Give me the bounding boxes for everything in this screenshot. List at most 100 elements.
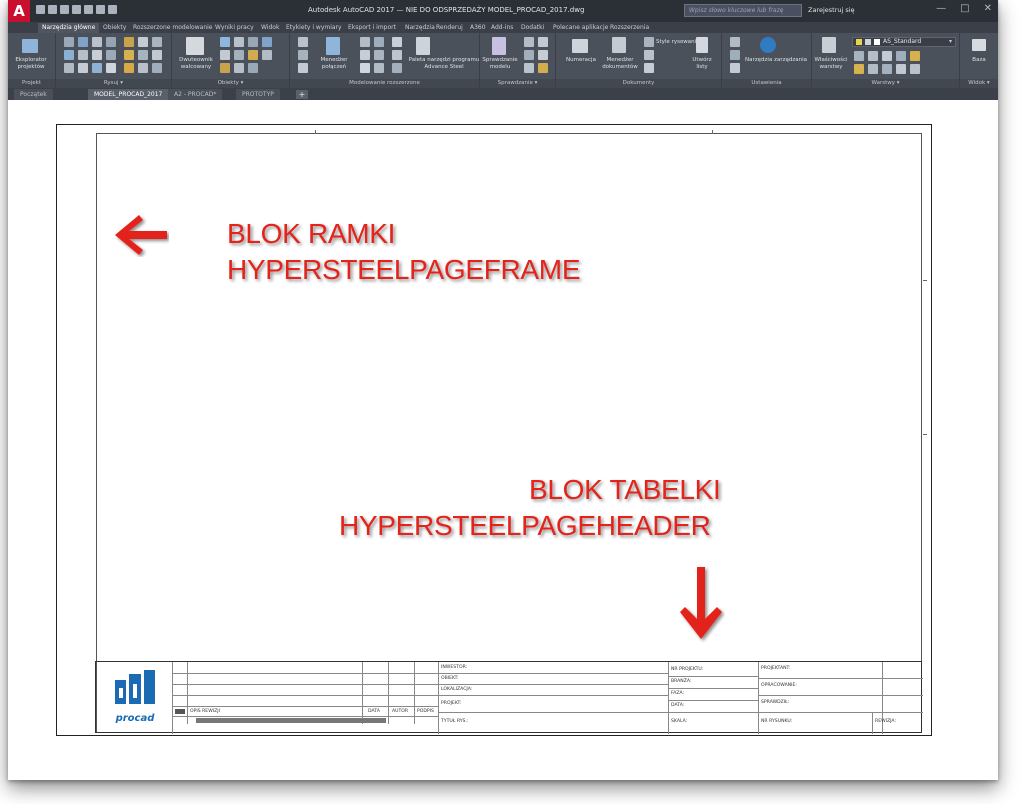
ucs-icon[interactable] — [92, 63, 102, 73]
gusset-icon[interactable] — [374, 63, 384, 73]
connection-icon[interactable] — [298, 50, 308, 60]
layer-properties-button[interactable]: Właściwości warstwy — [814, 57, 848, 70]
new-tab-button[interactable]: + — [296, 90, 308, 99]
grating-icon[interactable] — [248, 63, 258, 73]
drawing-styles-button[interactable]: Style rysowania — [656, 39, 700, 46]
page-header-block[interactable]: procad OPIS REWIZJI DATA AUTOR PODPIS IN… — [95, 661, 923, 734]
print-icon[interactable] — [84, 5, 93, 14]
redo-icon[interactable] — [108, 5, 117, 14]
tab-labels-dimensions[interactable]: Etykiety i wymiary — [286, 23, 342, 33]
minimize-button[interactable]: — — [936, 3, 946, 14]
rectangle-icon[interactable] — [64, 63, 74, 73]
layer-dropdown[interactable]: AS_Standard ▾ — [852, 37, 956, 47]
doc-tab-a2-procad[interactable]: A2 - PROCAD* — [168, 89, 223, 100]
rolled-i-beam-button[interactable]: Dwuteownik walcowany — [176, 57, 216, 70]
model-check-button[interactable]: Sprawdzanie modelu — [482, 57, 518, 70]
shorten-icon[interactable] — [392, 63, 402, 73]
page-frame-block[interactable] — [96, 130, 927, 733]
bolt-icon[interactable] — [124, 50, 134, 60]
cut-icon[interactable] — [392, 37, 402, 47]
process-icon[interactable] — [644, 50, 654, 60]
tab-addins[interactable]: Add-ins — [491, 23, 513, 33]
layer-previous-icon[interactable] — [868, 64, 878, 74]
layer-isolate-icon[interactable] — [910, 51, 920, 61]
drawing-canvas[interactable]: BLOK RAMKI HYPERSTEELPAGEFRAME BLOK TABE… — [8, 100, 998, 780]
layer-merge-icon[interactable] — [896, 64, 906, 74]
open-icon[interactable] — [48, 5, 57, 14]
purlin-icon[interactable] — [248, 37, 258, 47]
profile-tool-icon[interactable] — [234, 37, 244, 47]
layer-lock-icon[interactable] — [896, 51, 906, 61]
create-lists-button[interactable]: Utwórz listy — [688, 57, 716, 70]
connection-manager-button[interactable]: Menedżer połączeń — [314, 57, 354, 70]
grid-icon[interactable] — [106, 37, 116, 47]
shear-stud-icon[interactable] — [124, 63, 134, 73]
save-as-icon[interactable] — [72, 5, 81, 14]
plate-icon[interactable] — [152, 37, 162, 47]
brace-icon[interactable] — [262, 37, 272, 47]
anchor-icon[interactable] — [152, 50, 162, 60]
column-icon[interactable] — [138, 37, 148, 47]
polyline-icon[interactable] — [64, 37, 74, 47]
tab-export-import[interactable]: Eksport i import — [348, 23, 396, 33]
settings-small-icon[interactable] — [730, 37, 740, 47]
save-icon[interactable] — [60, 5, 69, 14]
layer-walk-icon[interactable] — [882, 64, 892, 74]
line-icon[interactable] — [78, 37, 88, 47]
tab-tools[interactable]: Narzędzia — [405, 23, 435, 33]
truss-icon[interactable] — [248, 50, 258, 60]
batch-icon[interactable] — [644, 63, 654, 73]
doc-tab-prototyp[interactable]: PROTOTYP — [236, 89, 280, 100]
defaults-icon[interactable] — [730, 50, 740, 60]
layer-off-icon[interactable] — [868, 51, 878, 61]
tab-view[interactable]: Widok — [261, 23, 279, 33]
point-icon[interactable] — [106, 50, 116, 60]
region-icon[interactable] — [106, 63, 116, 73]
close-button[interactable]: ✕ — [984, 3, 992, 14]
layer-freeze-icon[interactable] — [882, 51, 892, 61]
notch-icon[interactable] — [392, 50, 402, 60]
tab-render[interactable]: Renderuj — [436, 23, 463, 33]
units-icon[interactable] — [730, 63, 740, 73]
layer-match-icon[interactable] — [854, 64, 864, 74]
cleat-icon[interactable] — [360, 63, 370, 73]
highlight-icon[interactable] — [524, 50, 534, 60]
doc-tab-model-procad[interactable]: MODEL_PROCAD_2017 — [88, 89, 169, 100]
layer-delete-icon[interactable] — [910, 64, 920, 74]
end-plate-icon[interactable] — [374, 50, 384, 60]
tab-dodatki[interactable]: Dodatki — [521, 23, 544, 33]
tab-output[interactable]: Wyniki pracy — [215, 23, 254, 33]
tab-extended-modeling[interactable]: Rozszerzone modelowanie — [133, 23, 212, 33]
tube-icon[interactable] — [220, 50, 230, 60]
arc-icon[interactable] — [92, 37, 102, 47]
search-objects-icon[interactable] — [524, 63, 534, 73]
management-tools-button[interactable]: Narzędzia zarządzania — [742, 57, 810, 64]
spiral-icon[interactable] — [234, 63, 244, 73]
railing-icon[interactable] — [262, 50, 272, 60]
display-icon[interactable] — [538, 50, 548, 60]
weld-icon[interactable] — [138, 50, 148, 60]
hatch-icon[interactable] — [78, 50, 88, 60]
marker-icon[interactable] — [538, 63, 548, 73]
document-manager-button[interactable]: Menedżer dokumentów — [598, 57, 642, 70]
undo-icon[interactable] — [96, 5, 105, 14]
stair-icon[interactable] — [152, 63, 162, 73]
base-view-button[interactable]: Baza — [962, 57, 996, 64]
splice-icon[interactable] — [298, 63, 308, 73]
tool-palette-button[interactable]: Paleta narzędzi programu Advance Steel — [408, 57, 480, 70]
ellipse-icon[interactable] — [78, 63, 88, 73]
tab-featured-apps[interactable]: Polecane aplikacje — [553, 23, 608, 33]
tab-a360[interactable]: A360 — [470, 23, 486, 33]
search-input[interactable]: Wpisz słowo kluczowe lub frazę — [684, 4, 802, 17]
frame-icon[interactable] — [234, 50, 244, 60]
circle-icon[interactable] — [92, 50, 102, 60]
project-explorer-button[interactable]: Eksplorator projektów — [10, 57, 52, 70]
layer-on-icon[interactable] — [854, 51, 864, 61]
audit-icon[interactable] — [538, 37, 548, 47]
app-menu-button[interactable]: A — [8, 0, 30, 22]
doc-tab-start[interactable]: Początek — [14, 89, 53, 100]
maximize-button[interactable]: □ — [960, 3, 969, 14]
numbering-button[interactable]: Numeracja — [560, 57, 602, 64]
cage-ladder-icon[interactable] — [220, 63, 230, 73]
plate-tool-icon[interactable] — [220, 37, 230, 47]
